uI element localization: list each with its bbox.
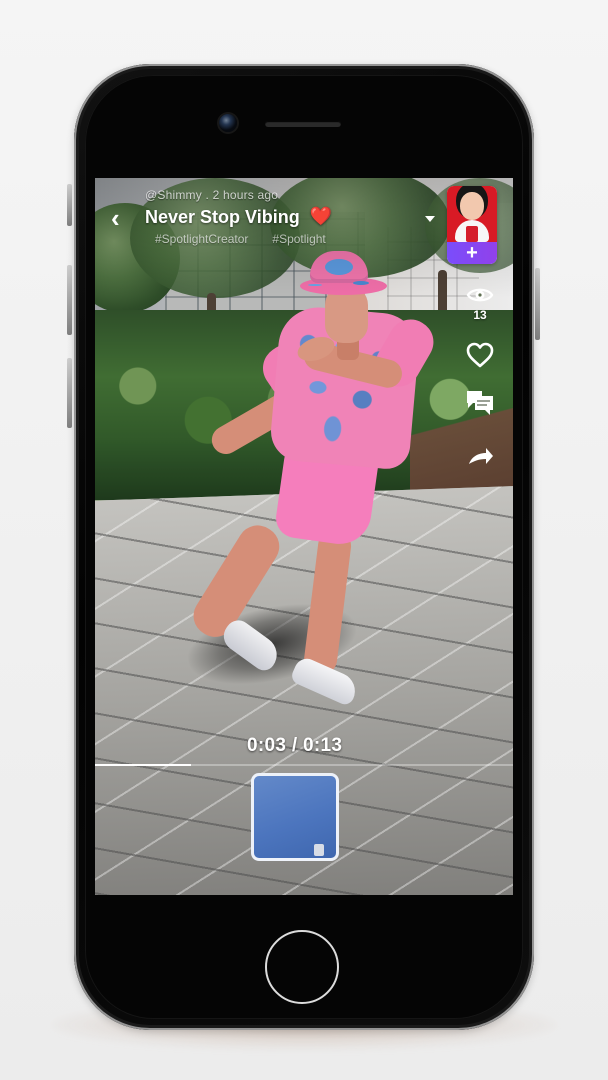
video-progress-track[interactable] — [95, 764, 513, 766]
phone-screen: ‹ @Shimmy . 2 hours ago Never Stop Vibin… — [95, 178, 513, 895]
preview-light-fixture — [314, 844, 324, 856]
power-button — [535, 268, 540, 340]
hashtag-spotlight[interactable]: #Spotlight — [272, 232, 325, 246]
duration: 0:13 — [302, 735, 343, 756]
views-count: 13 — [473, 308, 487, 322]
phone-mockup-scene: ‹ @Shimmy . 2 hours ago Never Stop Vibin… — [0, 0, 608, 1080]
avatar-body — [455, 220, 489, 242]
post-timestamp: 2 hours ago — [212, 188, 279, 202]
meta-separator: . — [205, 188, 210, 202]
share-arrow-icon — [469, 448, 493, 464]
current-time: 0:03 — [247, 735, 287, 756]
eye-icon — [466, 288, 494, 302]
earpiece-speaker — [265, 121, 341, 127]
heart-outline-icon — [466, 342, 494, 368]
video-progress-fill — [95, 764, 192, 766]
video-title: Never Stop Vibing ❤️ — [145, 206, 332, 228]
volume-up-button — [67, 265, 72, 335]
scrub-thumbnail-preview[interactable] — [251, 773, 339, 861]
share-button[interactable] — [455, 446, 505, 484]
creator-avatar[interactable] — [447, 186, 497, 242]
right-leg — [302, 527, 353, 677]
plus-icon[interactable]: + — [447, 242, 497, 264]
silent-switch — [67, 184, 72, 226]
author-handle[interactable]: @Shimmy — [145, 188, 202, 202]
red-heart-emoji: ❤️ — [309, 206, 333, 226]
engagement-sidebar: 13 — [455, 286, 505, 476]
hashtag-list: #SpotlightCreator #Spotlight — [155, 232, 385, 246]
caret-down-icon[interactable] — [425, 216, 435, 222]
chat-bubbles-icon — [467, 391, 493, 415]
volume-down-button — [67, 358, 72, 428]
front-camera-icon — [219, 114, 237, 132]
hashtag-spotlightcreator[interactable]: #SpotlightCreator — [155, 232, 248, 246]
time-separator: / — [286, 735, 303, 756]
creator-avatar-card[interactable]: + — [447, 186, 497, 264]
comments-button[interactable] — [455, 388, 505, 426]
avatar-face — [460, 192, 484, 220]
post-meta: @Shimmy . 2 hours ago — [145, 188, 278, 202]
playback-time: 0:03 / 0:13 — [247, 735, 342, 757]
left-sneaker — [217, 615, 285, 675]
home-button[interactable] — [265, 930, 339, 1004]
like-button[interactable] — [455, 342, 505, 380]
back-chevron-icon[interactable]: ‹ — [111, 205, 127, 231]
video-title-text: Never Stop Vibing — [145, 207, 300, 227]
views-counter: 13 — [455, 286, 505, 334]
video-overlay-header: ‹ @Shimmy . 2 hours ago Never Stop Vibin… — [95, 178, 513, 298]
